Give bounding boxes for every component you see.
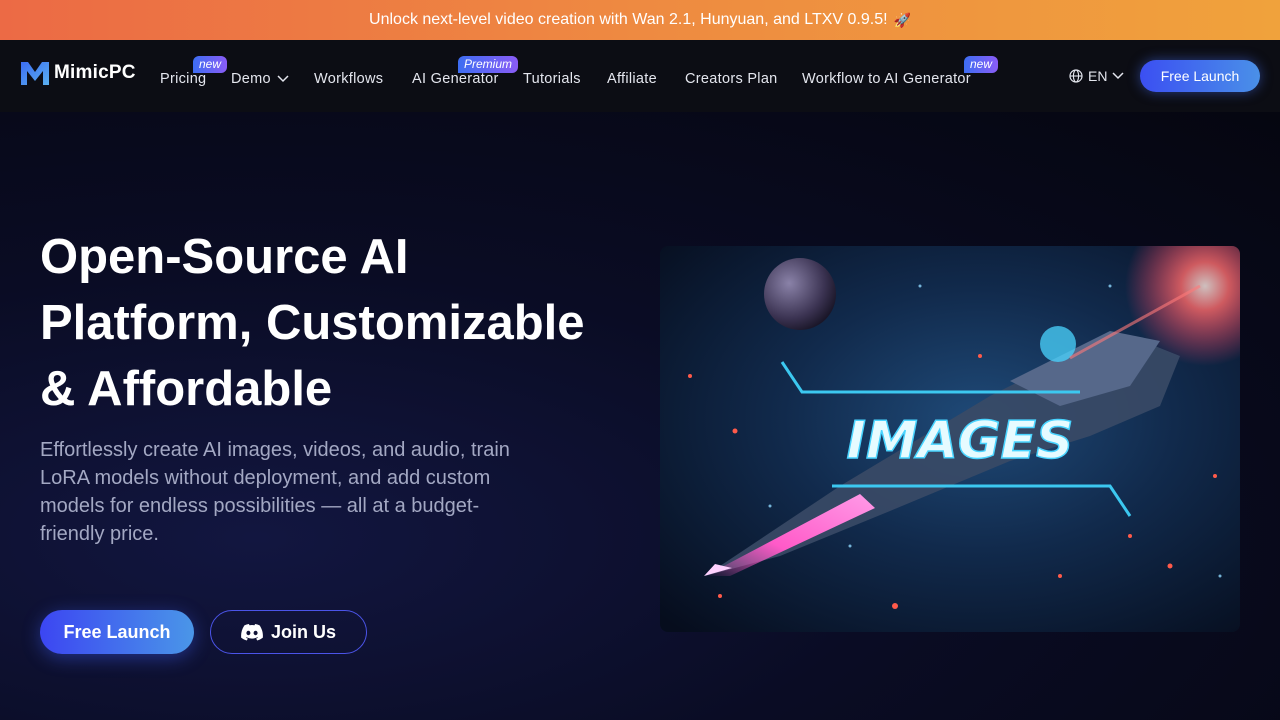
nav-demo[interactable]: Demo bbox=[231, 71, 289, 87]
nav-workflow-to-ai-generator[interactable]: Workflow to AI Generator bbox=[802, 71, 971, 87]
hero-description: Effortlessly create AI images, videos, a… bbox=[40, 439, 510, 545]
nav-affiliate[interactable]: Affiliate bbox=[607, 71, 657, 87]
nav-tutorials[interactable]: Tutorials bbox=[523, 71, 581, 87]
top-navbar: MimicPC new Pricing Demo Workflows Premi… bbox=[0, 40, 1280, 112]
hero-section: Open-Source AI Platform, Customizable & … bbox=[0, 112, 1280, 720]
discord-icon bbox=[241, 623, 263, 640]
rocket-icon: 🚀 bbox=[893, 11, 911, 28]
announcement-banner[interactable]: Unlock next-level video creation with Wa… bbox=[0, 0, 1280, 40]
nav-creators-plan-label: Creators Plan bbox=[685, 71, 778, 87]
hero-free-launch-button[interactable]: Free Launch bbox=[40, 610, 194, 654]
join-us-button[interactable]: Join Us bbox=[210, 610, 367, 654]
globe-icon bbox=[1069, 69, 1083, 83]
language-label: EN bbox=[1088, 68, 1108, 84]
hero-title: Open-Source AI Platform, Customizable & … bbox=[40, 230, 585, 416]
nav-affiliate-label: Affiliate bbox=[607, 71, 657, 87]
chevron-down-icon bbox=[1112, 72, 1124, 80]
nav-tutorials-label: Tutorials bbox=[523, 71, 581, 87]
spaceship-illustration: IMAGES bbox=[660, 246, 1240, 632]
nav-pricing[interactable]: Pricing bbox=[160, 71, 206, 87]
image-caption: IMAGES bbox=[847, 411, 1074, 471]
nav-creators-plan[interactable]: Creators Plan bbox=[685, 71, 778, 87]
nav-workflows-label: Workflows bbox=[314, 71, 384, 87]
nav-ai-generator[interactable]: AI Generator bbox=[412, 71, 499, 87]
join-us-label: Join Us bbox=[270, 621, 336, 642]
nav-free-launch-button[interactable]: Free Launch bbox=[1140, 60, 1260, 92]
announcement-text: Unlock next-level video creation with Wa… bbox=[369, 11, 888, 28]
brand-name: MimicPC bbox=[54, 62, 136, 83]
mimicpc-logo-icon bbox=[21, 62, 49, 85]
nav-pricing-label: Pricing bbox=[160, 71, 207, 87]
nav-workflows[interactable]: Workflows bbox=[314, 71, 383, 87]
language-selector[interactable]: EN bbox=[1069, 68, 1129, 84]
hero-image: IMAGES bbox=[660, 246, 1240, 632]
brand-logo[interactable]: MimicPC bbox=[20, 60, 136, 86]
chevron-down-icon bbox=[277, 75, 289, 83]
nav-ai-generator-label: AI Generator bbox=[412, 71, 499, 87]
nav-demo-label: Demo bbox=[231, 71, 271, 87]
nav-workflow-to-ai-label: Workflow to AI Generator bbox=[802, 71, 971, 87]
